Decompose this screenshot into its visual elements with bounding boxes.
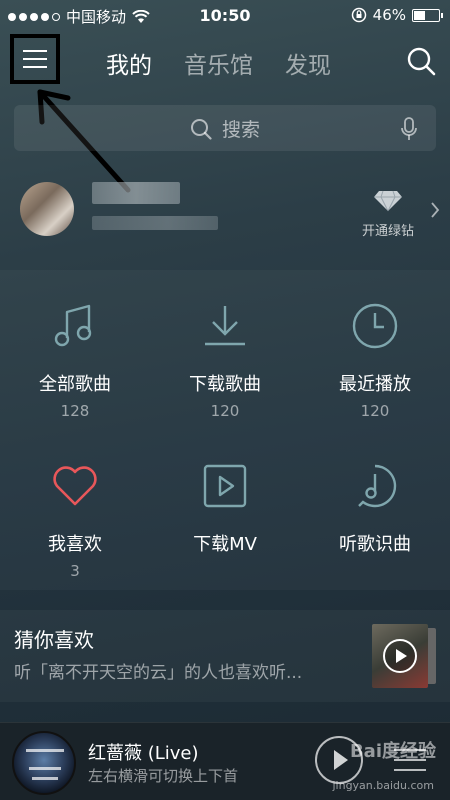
menu-button[interactable] — [10, 34, 60, 84]
blurred-user-info — [92, 216, 218, 230]
grid-label: 全部歌曲 — [39, 374, 111, 395]
battery-fill — [414, 10, 426, 20]
search-placeholder-group: 搜索 — [14, 115, 436, 142]
search-placeholder: 搜索 — [221, 119, 260, 141]
grid-label: 下载歌曲 — [189, 374, 261, 395]
my-music-grid: 全部歌曲 128 下载歌曲 120 最近播放 120 我喜欢 3 下载MV 听歌… — [0, 270, 450, 590]
vip-label: 开通绿钻 — [361, 224, 414, 239]
guess-subtitle: 听「离不开天空的云」的人也喜欢听... — [14, 663, 303, 683]
grid-count: 128 — [60, 402, 90, 420]
recognize-music-icon — [358, 464, 397, 508]
avatar[interactable] — [20, 182, 74, 236]
tab-bar: 我的 音乐馆 发现 — [106, 46, 331, 80]
search-icon[interactable] — [406, 46, 436, 76]
art-text-line — [29, 767, 61, 770]
hamburger-line — [23, 66, 47, 68]
grid-label: 下载MV — [193, 534, 257, 555]
grid-item-music-recognition[interactable]: 听歌识曲 — [300, 460, 450, 556]
music-note-icon — [54, 304, 92, 347]
grid-label: 听歌识曲 — [339, 534, 411, 555]
status-right: 46% — [351, 6, 443, 24]
hamburger-line — [23, 50, 47, 52]
rotation-lock-icon — [351, 7, 366, 23]
mini-player[interactable]: 红蔷薇 (Live) 左右横滑可切换上下首 Bai度经验 jingyan.bai… — [0, 722, 450, 800]
grid-count: 120 — [210, 402, 240, 420]
watermark-text: Bai度经验 — [349, 741, 436, 762]
clock-icon — [352, 303, 398, 349]
download-icon — [205, 306, 245, 346]
grid-label: 最近播放 — [339, 374, 411, 395]
play-circle-icon[interactable] — [382, 638, 418, 674]
tab-mine[interactable]: 我的 — [106, 46, 152, 80]
vip-entry[interactable]: 开通绿钻 — [348, 190, 428, 239]
chevron-right-icon — [431, 202, 440, 218]
microphone-icon[interactable] — [400, 117, 418, 141]
grid-item-downloaded-mv[interactable]: 下载MV — [150, 460, 300, 556]
tab-discover[interactable]: 发现 — [285, 46, 331, 80]
battery-percent: 46% — [372, 6, 406, 24]
grid-item-recently-played[interactable]: 最近播放 120 — [300, 300, 450, 420]
diamond-icon — [374, 190, 402, 212]
grid-item-downloaded-songs[interactable]: 下载歌曲 120 — [150, 300, 300, 420]
status-bar: 中国移动 10:50 46% — [0, 0, 450, 30]
search-small-icon — [190, 118, 212, 140]
grid-item-all-songs[interactable]: 全部歌曲 128 — [0, 300, 150, 420]
art-text-line — [26, 749, 64, 752]
blurred-username — [92, 182, 180, 204]
profile-row[interactable]: 开通绿钻 — [0, 172, 450, 250]
guess-cover[interactable] — [372, 624, 436, 688]
video-play-icon — [203, 464, 247, 508]
hamburger-line — [23, 58, 47, 60]
player-hint: 左右横滑可切换上下首 — [88, 767, 239, 785]
guess-title: 猜你喜欢 — [14, 628, 94, 652]
player-song-title: 红蔷薇 (Live) — [88, 743, 199, 764]
search-bar[interactable]: 搜索 — [14, 105, 436, 151]
guess-you-like-card[interactable]: 猜你喜欢 听「离不开天空的云」的人也喜欢听... — [0, 610, 450, 702]
watermark-url: jingyan.baidu.com — [332, 779, 434, 792]
battery-icon — [412, 8, 443, 22]
top-nav: 我的 音乐馆 发现 — [0, 30, 450, 94]
player-album-art[interactable] — [12, 731, 76, 795]
grid-label: 我喜欢 — [48, 534, 102, 555]
grid-item-favorites[interactable]: 我喜欢 3 — [0, 460, 150, 580]
grid-count: 3 — [70, 562, 80, 580]
grid-count: 120 — [360, 402, 390, 420]
heart-icon — [53, 466, 97, 506]
tab-music-hall[interactable]: 音乐馆 — [184, 46, 253, 80]
art-text-line — [32, 777, 58, 780]
